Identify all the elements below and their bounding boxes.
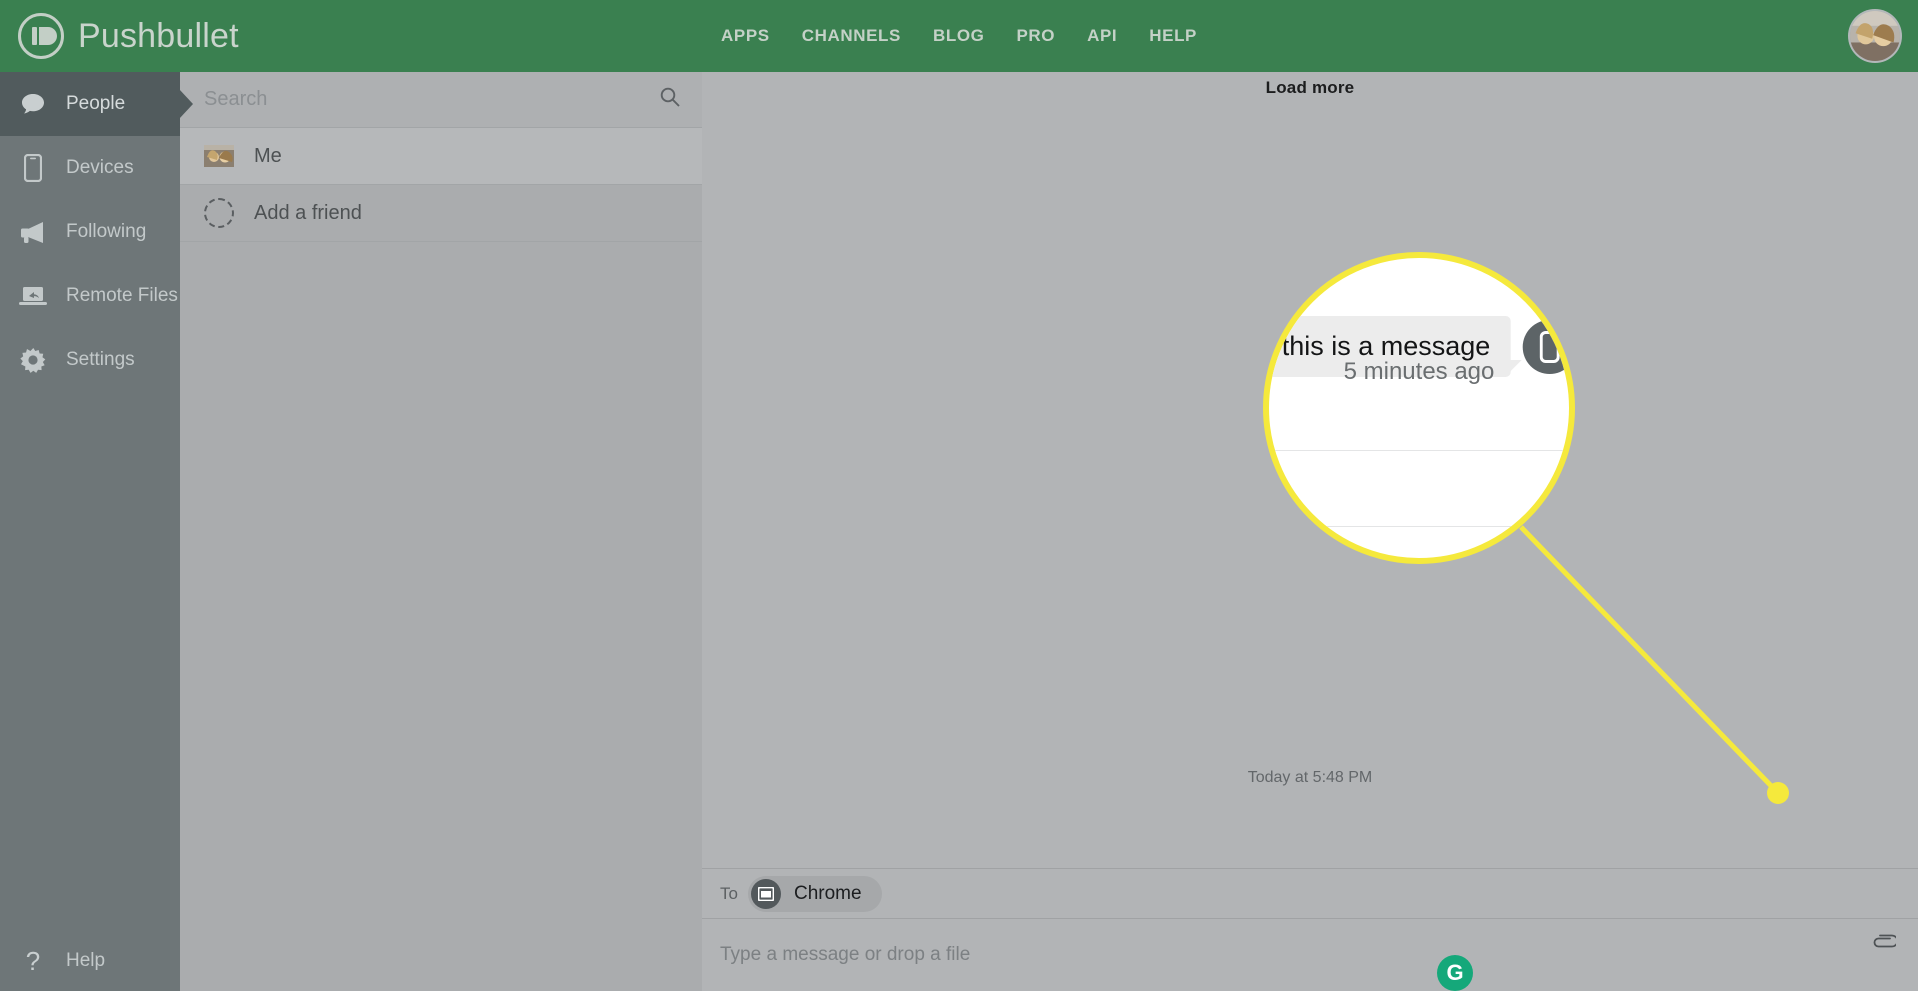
sidebar-item-remote-files[interactable]: Remote Files xyxy=(0,264,180,328)
day-separator: Today at 5:48 PM xyxy=(1247,769,1373,786)
grammarly-icon[interactable]: G xyxy=(1437,955,1473,991)
callout-divider xyxy=(1269,450,1569,451)
gear-icon xyxy=(18,347,48,373)
sidebar-item-following[interactable]: Following xyxy=(0,200,180,264)
contact-label: Me xyxy=(254,144,282,167)
megaphone-icon xyxy=(18,220,48,244)
top-nav-links: APPS CHANNELS BLOG PRO API HELP xyxy=(721,26,1197,46)
brand-logo-link[interactable]: Pushbullet xyxy=(0,13,239,59)
sidebar-item-label: People xyxy=(66,93,126,114)
nav-link-blog[interactable]: BLOG xyxy=(933,26,985,46)
contacts-panel: Me Add a friend xyxy=(180,72,702,991)
dashed-circle-icon xyxy=(204,198,234,228)
top-navigation-bar: Pushbullet APPS CHANNELS BLOG PRO API HE… xyxy=(0,0,1918,72)
sidebar-item-help[interactable]: ? Help xyxy=(0,931,180,991)
search-icon[interactable] xyxy=(660,87,680,112)
sidebar-item-devices[interactable]: Devices xyxy=(0,136,180,200)
recipient-row: To Chrome xyxy=(702,869,1918,919)
pushbullet-logo-icon xyxy=(18,13,64,59)
load-more-button[interactable]: Load more xyxy=(702,72,1918,98)
sidebar-item-label: Devices xyxy=(66,157,134,178)
callout-message-timestamp: 5 minutes ago xyxy=(1343,358,1495,385)
chat-bubble-icon xyxy=(18,93,48,115)
magnifier-callout: this is a message 5 minutes ago xyxy=(1263,252,1575,564)
search-bar[interactable] xyxy=(180,72,702,128)
callout-divider xyxy=(1269,526,1569,527)
sidebar-item-settings[interactable]: Settings xyxy=(0,328,180,392)
contact-row-me[interactable]: Me xyxy=(180,128,702,185)
search-input[interactable] xyxy=(204,88,660,111)
sidebar-item-label: Help xyxy=(66,950,106,971)
recipient-chip-chrome[interactable]: Chrome xyxy=(747,875,882,912)
sidebar-item-people[interactable]: People xyxy=(0,72,193,136)
brand-name: Pushbullet xyxy=(78,16,239,55)
paperclip-icon[interactable] xyxy=(1870,932,1899,955)
question-mark-icon: ? xyxy=(25,945,41,976)
chat-panel: Load more Today at 5:48 PM this is a mes… xyxy=(702,72,1918,991)
message-composer: To Chrome G xyxy=(702,868,1918,991)
nav-link-help[interactable]: HELP xyxy=(1149,26,1197,46)
contact-photo xyxy=(204,145,234,167)
left-sidebar: People Devices Following Remote Files Se xyxy=(0,72,193,991)
browser-window-icon xyxy=(750,878,781,909)
contact-row-add-a-friend[interactable]: Add a friend xyxy=(180,185,702,242)
nav-link-api[interactable]: API xyxy=(1087,26,1117,46)
sidebar-item-label: Following xyxy=(66,221,147,242)
to-label: To xyxy=(720,883,738,903)
avatar-photo xyxy=(1850,11,1900,61)
sidebar-item-label: Remote Files xyxy=(66,285,178,306)
callout-pointer-dot xyxy=(1767,782,1789,804)
message-input[interactable] xyxy=(720,944,1896,966)
recipient-chip-label: Chrome xyxy=(793,882,862,904)
sidebar-item-label: Settings xyxy=(66,349,135,370)
contact-label: Add a friend xyxy=(254,201,362,224)
pushbullet-web-app: Pushbullet APPS CHANNELS BLOG PRO API HE… xyxy=(0,0,1918,991)
nav-link-channels[interactable]: CHANNELS xyxy=(802,26,901,46)
avatar[interactable] xyxy=(1848,9,1902,63)
nav-link-apps[interactable]: APPS xyxy=(721,26,770,46)
message-input-row xyxy=(702,919,1918,991)
laptop-share-icon xyxy=(18,285,48,307)
nav-link-pro[interactable]: PRO xyxy=(1016,26,1055,46)
phone-icon xyxy=(18,154,48,182)
